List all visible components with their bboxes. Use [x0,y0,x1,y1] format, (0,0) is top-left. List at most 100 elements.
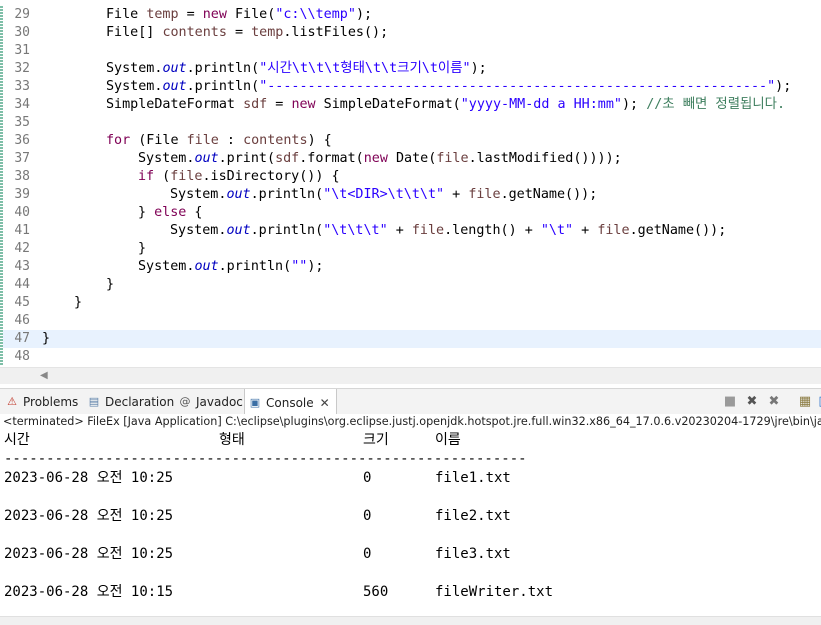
quick-diff-marker [0,78,3,96]
code-line[interactable]: 38 if (file.isDirectory()) { [0,168,821,186]
code-line[interactable]: 39 System.out.println("\t<DIR>\t\t\t" + f… [0,186,821,204]
editor-horizontal-scrollbar[interactable]: ◀ [0,367,821,384]
line-number: 39 [14,187,30,202]
remove-launch-icon[interactable]: ✖ [744,394,760,410]
terminate-icon[interactable]: ■ [722,394,738,410]
console-launch-description: <terminated> FileEx [Java Application] C… [0,414,821,430]
code-token: + [573,223,598,238]
code-line[interactable]: 42} [0,240,821,258]
code-line[interactable]: 45} [0,294,821,312]
code-token: ( [154,169,171,184]
code-token: "c:\\temp" [275,7,356,22]
tab-declaration[interactable]: ▤ Declaration [84,389,177,415]
code-token: .getName()); [629,223,727,238]
quick-diff-marker [0,6,3,24]
code-token: .println( [218,259,292,274]
code-text: System.out.println(""); [138,258,323,276]
code-line[interactable]: 29 File temp = new File("c:\\temp"); [0,6,821,24]
code-token: .length() + [444,223,541,238]
line-number: 33 [14,79,30,94]
code-token: ); [307,259,324,274]
code-text: File[] contents = temp.listFiles(); [106,24,388,42]
line-number: 37 [14,151,30,166]
code-token: } [42,331,51,346]
code-line[interactable]: 35 [0,114,821,132]
line-number: 45 [14,295,30,310]
line-number: 41 [14,223,30,238]
code-token: .format( [299,151,364,166]
close-icon[interactable]: ✕ [320,396,330,410]
code-token: } [106,277,115,292]
code-token: //초 빼면 정렬됩니다. [646,97,786,112]
code-text: System.out.println("시간\t\t\t형태\t\t크기\t이름… [106,60,487,78]
code-line[interactable]: 31 [0,42,821,60]
code-line[interactable]: 44} [0,276,821,294]
code-token: = [178,7,203,22]
code-line[interactable]: 36 for (File file : contents) { [0,132,821,150]
code-token: file [436,151,469,166]
code-line[interactable]: 33 System.out.println("------------------… [0,78,821,96]
code-line[interactable]: 46 [0,312,821,330]
scroll-lock-icon[interactable]: ▦ [797,394,813,410]
code-text: for (File file : contents) { [106,132,332,150]
code-text: File temp = new File("c:\\temp"); [106,6,372,24]
code-line[interactable]: 48 [0,348,821,366]
scroll-left-icon[interactable]: ◀ [40,370,48,381]
code-token: file [597,223,630,238]
code-token: File [106,7,147,22]
quick-diff-marker [0,294,3,312]
code-token: SimpleDateFormat [106,97,244,112]
code-token: File[] [106,25,163,40]
console-cell-name: file3.txt [435,546,511,562]
code-token: contents [243,133,308,148]
console-output[interactable]: 시간 형태 크기 이름 ----------------------------… [0,430,821,616]
code-token: if [138,169,155,184]
code-token: ) { [307,133,332,148]
code-token: out [194,259,219,274]
quick-diff-marker [0,186,3,204]
code-token: "시간\t\t\t형태\t\t크기\t이름" [259,61,471,76]
quick-diff-marker [0,222,3,240]
quick-diff-marker [0,42,3,60]
code-token: out [162,61,187,76]
line-number: 43 [14,259,30,274]
code-line[interactable]: 34 SimpleDateFormat sdf = new SimpleDateF… [0,96,821,114]
code-token: file [468,187,501,202]
code-token: = [267,97,292,112]
javadoc-icon: @ [179,395,191,408]
quick-diff-marker [0,168,3,186]
quick-diff-marker [0,258,3,276]
code-line[interactable]: 47} [0,330,821,348]
code-text: } [42,330,50,348]
line-number: 46 [14,313,30,328]
line-number: 29 [14,7,30,22]
quick-diff-marker [0,132,3,150]
code-token: System. [138,259,195,274]
code-token: } [138,241,147,256]
code-line[interactable]: 40} else { [0,204,821,222]
code-editor[interactable]: 29 File temp = new File("c:\\temp"); 30 Fil… [0,0,821,367]
tab-console[interactable]: ▣ Console ✕ [244,389,337,416]
code-token: out [226,223,251,238]
code-token: System. [138,151,195,166]
remove-all-terminated-icon[interactable]: ✖ [766,394,782,410]
code-text: } [106,276,114,294]
code-token: System. [106,79,163,94]
code-line[interactable]: 37 System.out.print(sdf.format(new Date(f… [0,150,821,168]
code-text: System.out.println("\t\t\t" + file.lengt… [170,222,726,240]
code-line[interactable]: 32 System.out.println("시간\t\t\t형태\t\t크기\t… [0,60,821,78]
code-token: Date( [387,151,437,166]
code-text: } else { [138,204,203,222]
code-token: = [226,25,252,40]
quick-diff-marker [0,150,3,168]
code-token: + [444,187,469,202]
quick-diff-marker [0,348,3,366]
tab-problems[interactable]: ⚠ Problems [2,389,81,415]
tab-javadoc[interactable]: @ Javadoc [175,389,246,415]
code-line[interactable]: 43 System.out.println(""); [0,258,821,276]
pin-console-icon[interactable]: ▯ [814,394,821,410]
code-line[interactable]: 30 File[] contents = temp.listFiles(); [0,24,821,42]
code-line[interactable]: 41 System.out.println("\t\t\t" + file.len… [0,222,821,240]
code-text: } [138,240,146,258]
quick-diff-marker [0,60,3,78]
